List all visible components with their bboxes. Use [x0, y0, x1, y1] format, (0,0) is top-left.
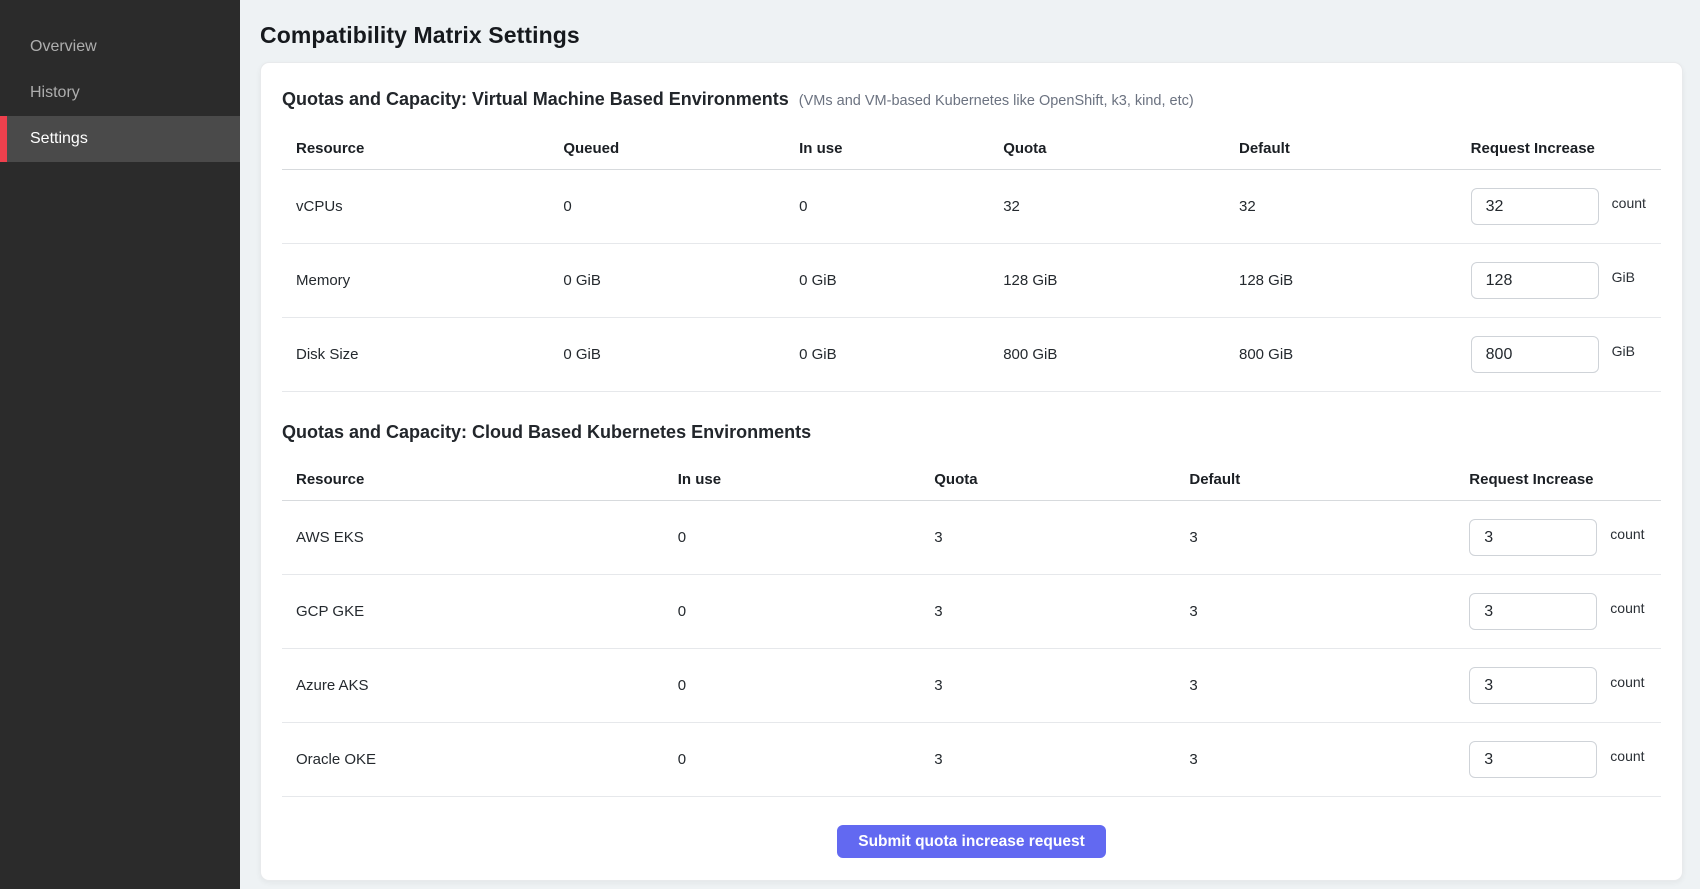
- column-header-in-use: In use: [678, 471, 934, 488]
- column-header-request-increase: Request Increase: [1469, 471, 1661, 488]
- cell-quota: 3: [934, 677, 1189, 694]
- unit-label: count: [1610, 748, 1644, 764]
- cell-queued: 0: [563, 198, 799, 215]
- cell-quota: 800 GiB: [1003, 346, 1239, 363]
- page-title: Compatibility Matrix Settings: [260, 20, 1683, 50]
- cell-in-use: 0: [678, 751, 934, 768]
- cell-resource: GCP GKE: [282, 603, 678, 620]
- sidebar-nav: Overview History Settings: [0, 24, 240, 162]
- cell-in-use: 0 GiB: [799, 346, 1003, 363]
- cell-resource: Disk Size: [282, 346, 563, 363]
- table-row-memory: Memory 0 GiB 0 GiB 128 GiB 128 GiB GiB: [282, 244, 1661, 318]
- request-increase-input-memory[interactable]: [1471, 262, 1599, 299]
- request-increase-input-gcp-gke[interactable]: [1469, 593, 1597, 630]
- column-header-in-use: In use: [799, 140, 1003, 157]
- vm-section-header: Quotas and Capacity: Virtual Machine Bas…: [282, 89, 1661, 110]
- column-header-quota: Quota: [1003, 140, 1239, 157]
- sidebar-item-label: History: [30, 84, 80, 102]
- cell-quota: 32: [1003, 198, 1239, 215]
- cell-resource: Azure AKS: [282, 677, 678, 694]
- cell-resource: AWS EKS: [282, 529, 678, 546]
- unit-label: GiB: [1612, 269, 1635, 285]
- cell-default: 32: [1239, 198, 1471, 215]
- cell-quota: 3: [934, 751, 1189, 768]
- vm-section-title: Quotas and Capacity: Virtual Machine Bas…: [282, 89, 789, 110]
- settings-card: Quotas and Capacity: Virtual Machine Bas…: [260, 62, 1683, 881]
- cell-default: 128 GiB: [1239, 272, 1471, 289]
- k8s-section-header: Quotas and Capacity: Cloud Based Kuberne…: [282, 422, 1661, 443]
- cell-quota: 128 GiB: [1003, 272, 1239, 289]
- sidebar-item-label: Settings: [30, 130, 88, 148]
- table-row-gcp-gke: GCP GKE 0 3 3 count: [282, 575, 1661, 649]
- request-increase-input-vcpus[interactable]: [1471, 188, 1599, 225]
- column-header-default: Default: [1189, 471, 1469, 488]
- cell-in-use: 0 GiB: [799, 272, 1003, 289]
- cell-in-use: 0: [799, 198, 1003, 215]
- table-row-oracle-oke: Oracle OKE 0 3 3 count: [282, 723, 1661, 797]
- sidebar-item-overview[interactable]: Overview: [0, 24, 240, 70]
- unit-label: count: [1610, 600, 1644, 616]
- cell-quota: 3: [934, 603, 1189, 620]
- cell-default: 3: [1189, 677, 1469, 694]
- cell-resource: Memory: [282, 272, 563, 289]
- sidebar-item-label: Overview: [30, 38, 97, 56]
- cell-request-increase: count: [1469, 741, 1661, 778]
- cell-request-increase: count: [1469, 667, 1661, 704]
- cell-request-increase: count: [1471, 188, 1661, 225]
- vm-quotas-section: Quotas and Capacity: Virtual Machine Bas…: [282, 89, 1661, 392]
- column-header-resource: Resource: [282, 471, 678, 488]
- column-header-quota: Quota: [934, 471, 1189, 488]
- table-row-azure-aks: Azure AKS 0 3 3 count: [282, 649, 1661, 723]
- request-increase-input-azure-aks[interactable]: [1469, 667, 1597, 704]
- table-row-vcpus: vCPUs 0 0 32 32 count: [282, 170, 1661, 244]
- unit-label: GiB: [1612, 343, 1635, 359]
- cell-default: 3: [1189, 603, 1469, 620]
- request-increase-input-aws-eks[interactable]: [1469, 519, 1597, 556]
- unit-label: count: [1610, 526, 1644, 542]
- vm-section-subtitle: (VMs and VM-based Kubernetes like OpenSh…: [799, 93, 1194, 109]
- cell-queued: 0 GiB: [563, 346, 799, 363]
- cell-request-increase: GiB: [1471, 262, 1661, 299]
- cell-resource: Oracle OKE: [282, 751, 678, 768]
- submit-quota-increase-button[interactable]: Submit quota increase request: [837, 825, 1106, 858]
- column-header-resource: Resource: [282, 140, 563, 157]
- submit-row: Submit quota increase request: [282, 825, 1661, 858]
- sidebar-item-history[interactable]: History: [0, 70, 240, 116]
- cell-default: 3: [1189, 751, 1469, 768]
- cell-default: 800 GiB: [1239, 346, 1471, 363]
- table-row-disk-size: Disk Size 0 GiB 0 GiB 800 GiB 800 GiB Gi…: [282, 318, 1661, 392]
- k8s-table-header: Resource In use Quota Default Request In…: [282, 459, 1661, 501]
- unit-label: count: [1610, 674, 1644, 690]
- cell-request-increase: count: [1469, 519, 1661, 556]
- column-header-request-increase: Request Increase: [1471, 140, 1661, 157]
- k8s-quotas-section: Quotas and Capacity: Cloud Based Kuberne…: [282, 422, 1661, 797]
- cell-quota: 3: [934, 529, 1189, 546]
- table-row-aws-eks: AWS EKS 0 3 3 count: [282, 501, 1661, 575]
- main-content: Compatibility Matrix Settings Quotas and…: [240, 0, 1700, 889]
- cell-resource: vCPUs: [282, 198, 563, 215]
- cell-request-increase: GiB: [1471, 336, 1661, 373]
- request-increase-input-oracle-oke[interactable]: [1469, 741, 1597, 778]
- cell-in-use: 0: [678, 529, 934, 546]
- sidebar: Overview History Settings: [0, 0, 240, 889]
- cell-queued: 0 GiB: [563, 272, 799, 289]
- active-indicator: [0, 116, 7, 162]
- cell-in-use: 0: [678, 603, 934, 620]
- request-increase-input-disk-size[interactable]: [1471, 336, 1599, 373]
- sidebar-item-settings[interactable]: Settings: [0, 116, 240, 162]
- cell-default: 3: [1189, 529, 1469, 546]
- cell-in-use: 0: [678, 677, 934, 694]
- unit-label: count: [1612, 195, 1646, 211]
- vm-table-header: Resource Queued In use Quota Default Req…: [282, 128, 1661, 170]
- cell-request-increase: count: [1469, 593, 1661, 630]
- k8s-section-title: Quotas and Capacity: Cloud Based Kuberne…: [282, 422, 811, 443]
- column-header-default: Default: [1239, 140, 1471, 157]
- column-header-queued: Queued: [563, 140, 799, 157]
